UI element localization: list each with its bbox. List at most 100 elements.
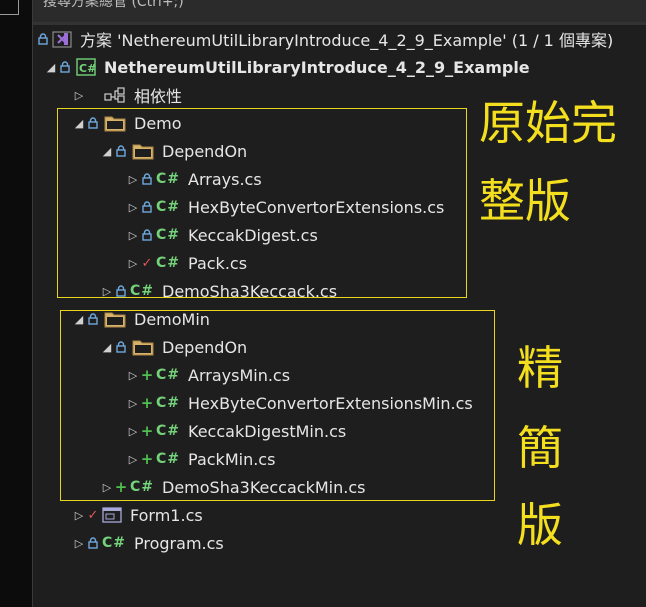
file-label: HexByteConvertorExtensions.cs [188,197,445,217]
collapsed-arrow-icon[interactable]: ▷ [126,397,140,410]
file-node-demosha3keccackmin[interactable]: ▷ + C# DemoSha3KeccackMin.cs [100,473,366,501]
search-placeholder: 搜尋方案總管 (Ctrl+;) [43,0,184,10]
file-label: KeccakDigestMin.cs [188,421,347,441]
lock-icon [140,229,154,241]
expanded-arrow-icon[interactable]: ◢ [44,61,58,74]
svg-text:C#: C# [79,62,96,75]
expanded-arrow-icon[interactable]: ◢ [72,313,86,326]
expanded-arrow-icon[interactable]: ◢ [72,117,86,130]
file-label: Pack.cs [188,253,248,273]
file-label: ArraysMin.cs [188,365,291,385]
csharp-file-icon: C# [130,283,155,299]
dependon-folder-label: DependOn [162,337,248,357]
collapsed-arrow-icon[interactable]: ▷ [72,537,86,550]
file-node-pack[interactable]: ▷ ✓ C# Pack.cs [126,249,247,277]
dependon-folder-label: DependOn [162,141,248,161]
folder-icon [104,310,126,328]
expanded-arrow-icon[interactable]: ◢ [100,145,114,158]
expanded-arrow-icon[interactable]: ◢ [100,341,114,354]
csharp-file-icon: C# [130,479,155,495]
demo-folder-node[interactable]: ◢ Demo [72,109,182,137]
lock-icon [36,33,50,45]
file-node-packmin[interactable]: ▷ + C# PackMin.cs [126,445,276,473]
file-label: PackMin.cs [188,449,276,469]
csharp-file-icon: C# [156,199,181,215]
file-label: KeccakDigest.cs [188,225,318,245]
collapsed-arrow-icon[interactable]: ▷ [100,481,114,494]
demomin-folder-node[interactable]: ◢ DemoMin [72,305,210,333]
file-label: Form1.cs [130,505,203,525]
csharp-file-icon: C# [156,367,181,383]
lock-icon [114,341,128,353]
file-label: DemoSha3KeccackMin.cs [162,477,366,497]
solution-node[interactable]: 方案 'NethereumUtilLibraryIntroduce_4_2_9_… [36,25,613,53]
file-node-keccakdigest[interactable]: ▷ C# KeccakDigest.cs [126,221,318,249]
form-icon [102,506,122,524]
demo-folder-label: Demo [134,113,182,133]
file-node-arraysmin[interactable]: ▷ + C# ArraysMin.cs [126,361,290,389]
file-node-arrays[interactable]: ▷ C# Arrays.cs [126,165,262,193]
file-node-keccakdigestmin[interactable]: ▷ + C# KeccakDigestMin.cs [126,417,346,445]
lock-icon [140,173,154,185]
collapsed-arrow-icon[interactable]: ▷ [126,257,140,270]
panel-corner [0,0,19,15]
file-node-hexbytemin[interactable]: ▷ + C# HexByteConvertorExtensionsMin.cs [126,389,473,417]
file-label: Arrays.cs [188,169,262,189]
lock-icon [140,201,154,213]
csharp-file-icon: C# [156,255,181,271]
folder-icon [104,114,126,132]
dependencies-label: 相依性 [134,87,183,106]
folder-icon [132,338,154,356]
left-panel-strip [0,0,33,607]
pending-add-icon: + [140,450,154,468]
lock-icon [114,285,128,297]
file-node-hexbyte[interactable]: ▷ C# HexByteConvertorExtensions.cs [126,193,445,221]
checked-out-icon: ✓ [141,255,153,271]
demomin-dependon-folder-node[interactable]: ◢ DependOn [100,333,247,361]
demo-dependon-folder-node[interactable]: ◢ DependOn [100,137,247,165]
csharp-file-icon: C# [156,451,181,467]
lock-icon [114,145,128,157]
pending-add-icon: + [114,478,128,496]
collapsed-arrow-icon[interactable]: ▷ [100,285,114,298]
project-label: NethereumUtilLibraryIntroduce_4_2_9_Exam… [104,57,530,77]
annotation-lite-char2: 簡 [517,421,563,475]
file-label: Program.cs [134,533,224,553]
solution-explorer-search-input[interactable]: 搜尋方案總管 (Ctrl+;) [33,0,646,22]
folder-icon [132,142,154,160]
csharp-project-icon: C# [76,58,96,76]
annotation-lite-char3: 版 [517,498,563,552]
lock-icon [86,117,100,129]
pending-add-icon: + [140,394,154,412]
collapsed-arrow-icon[interactable]: ▷ [126,173,140,186]
collapsed-arrow-icon[interactable]: ▷ [126,453,140,466]
csharp-file-icon: C# [102,535,127,551]
file-label: HexByteConvertorExtensionsMin.cs [188,393,473,413]
solution-label: 方案 'NethereumUtilLibraryIntroduce_4_2_9_… [80,31,614,50]
collapsed-arrow-icon[interactable]: ▷ [72,509,86,522]
collapsed-arrow-icon[interactable]: ▷ [126,201,140,214]
file-node-form1[interactable]: ▷ ✓ Form1.cs [72,501,203,529]
file-label: DemoSha3Keccack.cs [162,281,338,301]
pending-add-icon: + [140,422,154,440]
lock-icon [58,61,72,73]
dependencies-node[interactable]: ▷ 相依性 [72,81,182,109]
annotation-lite-char1: 精 [517,341,563,395]
visual-studio-solution-icon [52,29,74,49]
annotation-original-line1: 原始完 [479,96,617,150]
csharp-file-icon: C# [156,395,181,411]
lock-icon [86,537,100,549]
lock-icon [86,313,100,325]
csharp-file-icon: C# [156,227,181,243]
collapsed-arrow-icon[interactable]: ▷ [126,425,140,438]
collapsed-arrow-icon[interactable]: ▷ [126,369,140,382]
file-node-demosha3keccack[interactable]: ▷ C# DemoSha3Keccack.cs [100,277,337,305]
file-node-program[interactable]: ▷ C# Program.cs [72,529,224,557]
pending-add-icon: + [140,366,154,384]
annotation-original-line2: 整版 [479,174,571,228]
checked-out-icon: ✓ [87,507,99,523]
collapsed-arrow-icon[interactable]: ▷ [126,229,140,242]
demomin-folder-label: DemoMin [134,309,210,329]
collapsed-arrow-icon[interactable]: ▷ [72,89,86,102]
project-node[interactable]: ◢ C# NethereumUtilLibraryIntroduce_4_2_9… [44,53,530,81]
